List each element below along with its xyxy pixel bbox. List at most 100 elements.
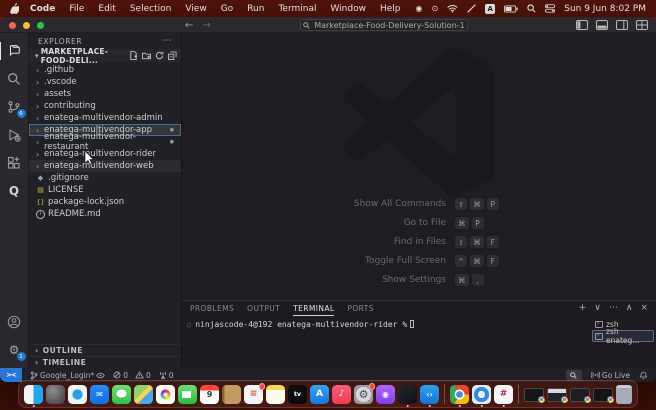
- menubar-item[interactable]: Run: [240, 4, 271, 14]
- explorer-view-icon[interactable]: [0, 37, 29, 65]
- battery-icon[interactable]: [504, 5, 518, 13]
- back-button[interactable]: ←: [185, 20, 193, 31]
- mail-dock-icon[interactable]: ✉: [90, 385, 109, 404]
- more-actions-icon[interactable]: ⋯: [609, 304, 618, 313]
- podcasts-dock-icon[interactable]: ◉: [376, 385, 395, 404]
- contributing[interactable]: › contributing: [29, 100, 181, 112]
- trash-dock-icon[interactable]: [616, 385, 632, 404]
- chrome-dock-icon[interactable]: [450, 385, 469, 404]
- maps-dock-icon[interactable]: [134, 385, 153, 404]
- assets[interactable]: › assets: [29, 88, 181, 100]
- pencil-icon[interactable]: [467, 4, 476, 13]
- notes-dock-icon[interactable]: [266, 385, 285, 404]
- package-lock.json[interactable]: package-lock.json: [29, 196, 181, 208]
- safari-dock-icon[interactable]: [68, 385, 87, 404]
- zsh enateg...[interactable]: zsh enateg...: [592, 330, 654, 342]
- finder-dock-icon[interactable]: [24, 385, 43, 404]
- zoom-status-icon[interactable]: [566, 370, 582, 381]
- control-center-icon[interactable]: [545, 4, 555, 13]
- close-panel-icon[interactable]: ×: [640, 304, 648, 313]
- menubar-item[interactable]: Window: [323, 4, 373, 14]
- minimized-window-1[interactable]: [524, 388, 544, 402]
- accounts-icon[interactable]: [0, 308, 29, 336]
- dark-app-dock-icon[interactable]: [398, 385, 417, 404]
- toggle-panel-icon[interactable]: [596, 20, 608, 30]
- git-branch-status[interactable]: Google_Login*: [30, 371, 105, 380]
- new-folder-icon[interactable]: [142, 51, 151, 60]
- .vscode[interactable]: › .vscode: [29, 76, 181, 88]
- toggle-sidebar-icon[interactable]: [576, 20, 588, 30]
- enatega-multivendor-admin[interactable]: › enatega-multivendor-admin: [29, 112, 181, 124]
- refresh-icon[interactable]: [155, 51, 164, 60]
- menubar-item[interactable]: Terminal: [271, 4, 323, 14]
- maximize-panel-icon[interactable]: ∧: [626, 304, 633, 313]
- enatega-multivendor-web[interactable]: › enatega-multivendor-web: [29, 160, 181, 172]
- OUTLINE[interactable]: › OUTLINE: [29, 344, 181, 356]
- screen-mirroring-icon[interactable]: ⊙: [432, 4, 439, 13]
- dock-separator[interactable]: [444, 384, 445, 404]
- minimized-window-4[interactable]: [593, 388, 613, 402]
- menubar-item[interactable]: Selection: [123, 4, 178, 14]
- slack-dock-icon[interactable]: #: [494, 385, 513, 404]
- reminders-dock-icon[interactable]: ≡: [244, 385, 263, 404]
- remote-indicator[interactable]: ><: [0, 368, 22, 382]
- menubar-item[interactable]: Code: [23, 4, 62, 14]
- run-debug-view-icon[interactable]: [0, 121, 29, 149]
- launchpad-dock-icon[interactable]: [46, 385, 65, 404]
- project-root-row[interactable]: ▾ MARKETPLACE-FOOD-DELI...: [29, 49, 181, 62]
- menubar-item[interactable]: Go: [214, 4, 240, 14]
- wifi-icon[interactable]: [447, 4, 458, 13]
- settings-gear-icon[interactable]: ⚙ 1: [0, 336, 29, 364]
- toggle-secondary-sidebar-icon[interactable]: [616, 20, 628, 30]
- terminal-content[interactable]: ○ ninjascode-4@192 enatega-multivendor-r…: [182, 316, 592, 368]
- contacts-dock-icon[interactable]: [222, 385, 241, 404]
- menubar-item[interactable]: Help: [373, 4, 408, 14]
- minimized-window-3[interactable]: [570, 388, 590, 402]
- record-icon[interactable]: ◉: [416, 4, 423, 13]
- music-dock-icon[interactable]: ♪: [332, 385, 351, 404]
- extensions-view-icon[interactable]: [0, 149, 29, 177]
- .github[interactable]: › .github: [29, 64, 181, 76]
- new-terminal-icon[interactable]: +: [579, 304, 587, 313]
- bell-icon[interactable]: [639, 371, 648, 380]
- go-live-button[interactable]: Go Live: [591, 371, 630, 380]
- zoom-window-button[interactable]: [37, 22, 44, 29]
- dock-separator[interactable]: [518, 384, 519, 404]
- collapse-folders-icon[interactable]: [168, 51, 177, 60]
- close-window-button[interactable]: [9, 22, 16, 29]
- settings-dock-icon[interactable]: ⚙: [354, 385, 373, 404]
- search-view-icon[interactable]: [0, 65, 29, 93]
- apple-menu-icon[interactable]: [10, 3, 19, 14]
- ports-status[interactable]: 0: [159, 371, 174, 380]
- PROBLEMS[interactable]: PROBLEMS: [190, 301, 234, 316]
- command-center[interactable]: Marketplace-Food-Delivery-Solution-1: [300, 19, 468, 31]
- new-file-icon[interactable]: [129, 51, 138, 60]
- .gitignore[interactable]: .gitignore: [29, 172, 181, 184]
- TERMINAL[interactable]: TERMINAL: [293, 301, 334, 316]
- OUTPUT[interactable]: OUTPUT: [247, 301, 280, 316]
- enatega-multivendor-rider[interactable]: › enatega-multivendor-rider: [29, 148, 181, 160]
- appstore-dock-icon[interactable]: A: [310, 385, 329, 404]
- photos-dock-icon[interactable]: [156, 385, 175, 404]
- messages-dock-icon[interactable]: [112, 385, 131, 404]
- minimize-window-button[interactable]: [23, 22, 30, 29]
- menubar-clock[interactable]: Sun 9 Jun 8:02 PM: [564, 4, 646, 14]
- README.md[interactable]: README.md: [29, 208, 181, 220]
- LICENSE[interactable]: LICENSE: [29, 184, 181, 196]
- minimized-window-2[interactable]: [547, 388, 567, 402]
- facetime-dock-icon[interactable]: [178, 385, 197, 404]
- tv-dock-icon[interactable]: tv: [288, 385, 307, 404]
- PORTS[interactable]: PORTS: [347, 301, 373, 316]
- menubar-item[interactable]: Edit: [91, 4, 122, 14]
- menubar-item[interactable]: File: [62, 4, 91, 14]
- enatega-multivendor-restaurant[interactable]: › enatega-multivendor-restaurant ●: [29, 136, 181, 148]
- spotlight-icon[interactable]: [527, 4, 536, 13]
- menubar-item[interactable]: View: [178, 4, 213, 14]
- vscode-dock-icon[interactable]: ‹›: [420, 385, 439, 404]
- customize-layout-icon[interactable]: [636, 20, 648, 30]
- source-control-view-icon[interactable]: 6: [0, 93, 29, 121]
- problems-status[interactable]: 0 0: [113, 371, 151, 380]
- input-source-icon[interactable]: A: [485, 4, 495, 14]
- quicktime-dock-icon[interactable]: [472, 385, 491, 404]
- forward-button[interactable]: →: [202, 20, 210, 31]
